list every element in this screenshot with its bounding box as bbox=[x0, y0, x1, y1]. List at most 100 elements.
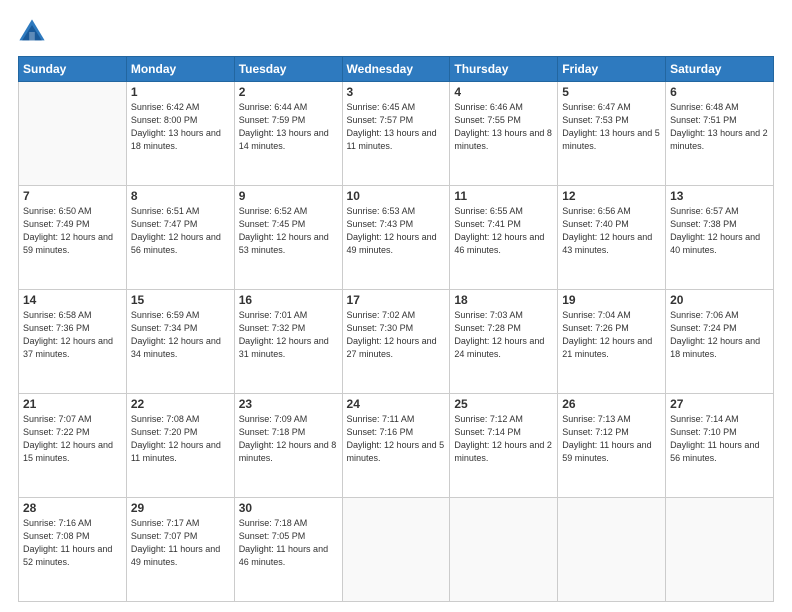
day-info: Sunrise: 6:50 AMSunset: 7:49 PMDaylight:… bbox=[23, 205, 122, 257]
day-cell: 29 Sunrise: 7:17 AMSunset: 7:07 PMDayligh… bbox=[126, 498, 234, 602]
day-info: Sunrise: 7:18 AMSunset: 7:05 PMDaylight:… bbox=[239, 517, 338, 569]
day-info: Sunrise: 7:13 AMSunset: 7:12 PMDaylight:… bbox=[562, 413, 661, 465]
day-number: 13 bbox=[670, 189, 769, 203]
day-number: 2 bbox=[239, 85, 338, 99]
day-number: 5 bbox=[562, 85, 661, 99]
day-cell: 12 Sunrise: 6:56 AMSunset: 7:40 PMDayligh… bbox=[558, 186, 666, 290]
day-info: Sunrise: 7:01 AMSunset: 7:32 PMDaylight:… bbox=[239, 309, 338, 361]
day-cell: 14 Sunrise: 6:58 AMSunset: 7:36 PMDayligh… bbox=[19, 290, 127, 394]
day-info: Sunrise: 6:53 AMSunset: 7:43 PMDaylight:… bbox=[347, 205, 446, 257]
day-cell: 9Sunrise: 6:52 AMSunset: 7:45 PMDaylight… bbox=[234, 186, 342, 290]
day-cell bbox=[19, 82, 127, 186]
day-header: Tuesday bbox=[234, 57, 342, 82]
day-cell: 26 Sunrise: 7:13 AMSunset: 7:12 PMDayligh… bbox=[558, 394, 666, 498]
logo bbox=[18, 18, 50, 46]
day-number: 29 bbox=[131, 501, 230, 515]
day-number: 14 bbox=[23, 293, 122, 307]
day-info: Sunrise: 6:45 AMSunset: 7:57 PMDaylight:… bbox=[347, 101, 446, 153]
day-info: Sunrise: 7:14 AMSunset: 7:10 PMDaylight:… bbox=[670, 413, 769, 465]
day-number: 17 bbox=[347, 293, 446, 307]
day-number: 24 bbox=[347, 397, 446, 411]
day-cell: 22Sunrise: 7:08 AMSunset: 7:20 PMDayligh… bbox=[126, 394, 234, 498]
day-cell: 15 Sunrise: 6:59 AMSunset: 7:34 PMDayligh… bbox=[126, 290, 234, 394]
day-cell: 30 Sunrise: 7:18 AMSunset: 7:05 PMDayligh… bbox=[234, 498, 342, 602]
day-cell: 27 Sunrise: 7:14 AMSunset: 7:10 PMDayligh… bbox=[666, 394, 774, 498]
day-info: Sunrise: 6:56 AMSunset: 7:40 PMDaylight:… bbox=[562, 205, 661, 257]
day-cell: 28 Sunrise: 7:16 AMSunset: 7:08 PMDayligh… bbox=[19, 498, 127, 602]
day-number: 1 bbox=[131, 85, 230, 99]
day-cell: 4 Sunrise: 6:46 AMSunset: 7:55 PMDaylight… bbox=[450, 82, 558, 186]
day-info: Sunrise: 6:59 AMSunset: 7:34 PMDaylight:… bbox=[131, 309, 230, 361]
day-number: 20 bbox=[670, 293, 769, 307]
day-info: Sunrise: 7:02 AMSunset: 7:30 PMDaylight:… bbox=[347, 309, 446, 361]
week-row: 14 Sunrise: 6:58 AMSunset: 7:36 PMDayligh… bbox=[19, 290, 774, 394]
day-cell: 10 Sunrise: 6:53 AMSunset: 7:43 PMDayligh… bbox=[342, 186, 450, 290]
day-number: 23 bbox=[239, 397, 338, 411]
day-cell: 7 Sunrise: 6:50 AMSunset: 7:49 PMDaylight… bbox=[19, 186, 127, 290]
day-info: Sunrise: 7:07 AMSunset: 7:22 PMDaylight:… bbox=[23, 413, 122, 465]
day-header: Monday bbox=[126, 57, 234, 82]
day-cell: 3Sunrise: 6:45 AMSunset: 7:57 PMDaylight… bbox=[342, 82, 450, 186]
day-number: 11 bbox=[454, 189, 553, 203]
header-row: SundayMondayTuesdayWednesdayThursdayFrid… bbox=[19, 57, 774, 82]
week-row: 1Sunrise: 6:42 AMSunset: 8:00 PMDaylight… bbox=[19, 82, 774, 186]
day-cell: 24 Sunrise: 7:11 AMSunset: 7:16 PMDayligh… bbox=[342, 394, 450, 498]
day-number: 19 bbox=[562, 293, 661, 307]
day-cell: 18 Sunrise: 7:03 AMSunset: 7:28 PMDayligh… bbox=[450, 290, 558, 394]
day-number: 28 bbox=[23, 501, 122, 515]
day-cell: 6Sunrise: 6:48 AMSunset: 7:51 PMDaylight… bbox=[666, 82, 774, 186]
day-info: Sunrise: 7:03 AMSunset: 7:28 PMDaylight:… bbox=[454, 309, 553, 361]
day-number: 22 bbox=[131, 397, 230, 411]
day-number: 27 bbox=[670, 397, 769, 411]
day-cell: 23 Sunrise: 7:09 AMSunset: 7:18 PMDayligh… bbox=[234, 394, 342, 498]
page: SundayMondayTuesdayWednesdayThursdayFrid… bbox=[0, 0, 792, 612]
day-info: Sunrise: 7:04 AMSunset: 7:26 PMDaylight:… bbox=[562, 309, 661, 361]
calendar-table: SundayMondayTuesdayWednesdayThursdayFrid… bbox=[18, 56, 774, 602]
day-info: Sunrise: 7:11 AMSunset: 7:16 PMDaylight:… bbox=[347, 413, 446, 465]
day-cell bbox=[558, 498, 666, 602]
day-cell: 11Sunrise: 6:55 AMSunset: 7:41 PMDayligh… bbox=[450, 186, 558, 290]
week-row: 7 Sunrise: 6:50 AMSunset: 7:49 PMDaylight… bbox=[19, 186, 774, 290]
day-header: Saturday bbox=[666, 57, 774, 82]
week-row: 28 Sunrise: 7:16 AMSunset: 7:08 PMDayligh… bbox=[19, 498, 774, 602]
day-cell: 21Sunrise: 7:07 AMSunset: 7:22 PMDayligh… bbox=[19, 394, 127, 498]
day-cell: 17 Sunrise: 7:02 AMSunset: 7:30 PMDayligh… bbox=[342, 290, 450, 394]
day-number: 12 bbox=[562, 189, 661, 203]
day-number: 4 bbox=[454, 85, 553, 99]
day-cell: 16Sunrise: 7:01 AMSunset: 7:32 PMDayligh… bbox=[234, 290, 342, 394]
day-number: 7 bbox=[23, 189, 122, 203]
day-cell bbox=[666, 498, 774, 602]
week-row: 21Sunrise: 7:07 AMSunset: 7:22 PMDayligh… bbox=[19, 394, 774, 498]
day-header: Friday bbox=[558, 57, 666, 82]
day-info: Sunrise: 6:58 AMSunset: 7:36 PMDaylight:… bbox=[23, 309, 122, 361]
day-info: Sunrise: 7:17 AMSunset: 7:07 PMDaylight:… bbox=[131, 517, 230, 569]
day-header: Sunday bbox=[19, 57, 127, 82]
day-info: Sunrise: 7:12 AMSunset: 7:14 PMDaylight:… bbox=[454, 413, 553, 465]
day-info: Sunrise: 7:16 AMSunset: 7:08 PMDaylight:… bbox=[23, 517, 122, 569]
day-number: 10 bbox=[347, 189, 446, 203]
day-header: Thursday bbox=[450, 57, 558, 82]
day-number: 25 bbox=[454, 397, 553, 411]
day-cell: 8Sunrise: 6:51 AMSunset: 7:47 PMDaylight… bbox=[126, 186, 234, 290]
day-number: 9 bbox=[239, 189, 338, 203]
day-header: Wednesday bbox=[342, 57, 450, 82]
day-number: 8 bbox=[131, 189, 230, 203]
day-cell bbox=[450, 498, 558, 602]
day-number: 18 bbox=[454, 293, 553, 307]
day-cell: 20 Sunrise: 7:06 AMSunset: 7:24 PMDayligh… bbox=[666, 290, 774, 394]
day-number: 30 bbox=[239, 501, 338, 515]
day-info: Sunrise: 6:48 AMSunset: 7:51 PMDaylight:… bbox=[670, 101, 769, 153]
day-info: Sunrise: 6:44 AMSunset: 7:59 PMDaylight:… bbox=[239, 101, 338, 153]
day-number: 15 bbox=[131, 293, 230, 307]
day-cell: 1Sunrise: 6:42 AMSunset: 8:00 PMDaylight… bbox=[126, 82, 234, 186]
day-info: Sunrise: 6:47 AMSunset: 7:53 PMDaylight:… bbox=[562, 101, 661, 153]
day-info: Sunrise: 6:46 AMSunset: 7:55 PMDaylight:… bbox=[454, 101, 553, 153]
day-cell: 5 Sunrise: 6:47 AMSunset: 7:53 PMDaylight… bbox=[558, 82, 666, 186]
day-cell: 13Sunrise: 6:57 AMSunset: 7:38 PMDayligh… bbox=[666, 186, 774, 290]
day-info: Sunrise: 7:06 AMSunset: 7:24 PMDaylight:… bbox=[670, 309, 769, 361]
day-number: 26 bbox=[562, 397, 661, 411]
day-cell bbox=[342, 498, 450, 602]
day-cell: 2 Sunrise: 6:44 AMSunset: 7:59 PMDaylight… bbox=[234, 82, 342, 186]
logo-icon bbox=[18, 18, 46, 46]
day-info: Sunrise: 7:09 AMSunset: 7:18 PMDaylight:… bbox=[239, 413, 338, 465]
